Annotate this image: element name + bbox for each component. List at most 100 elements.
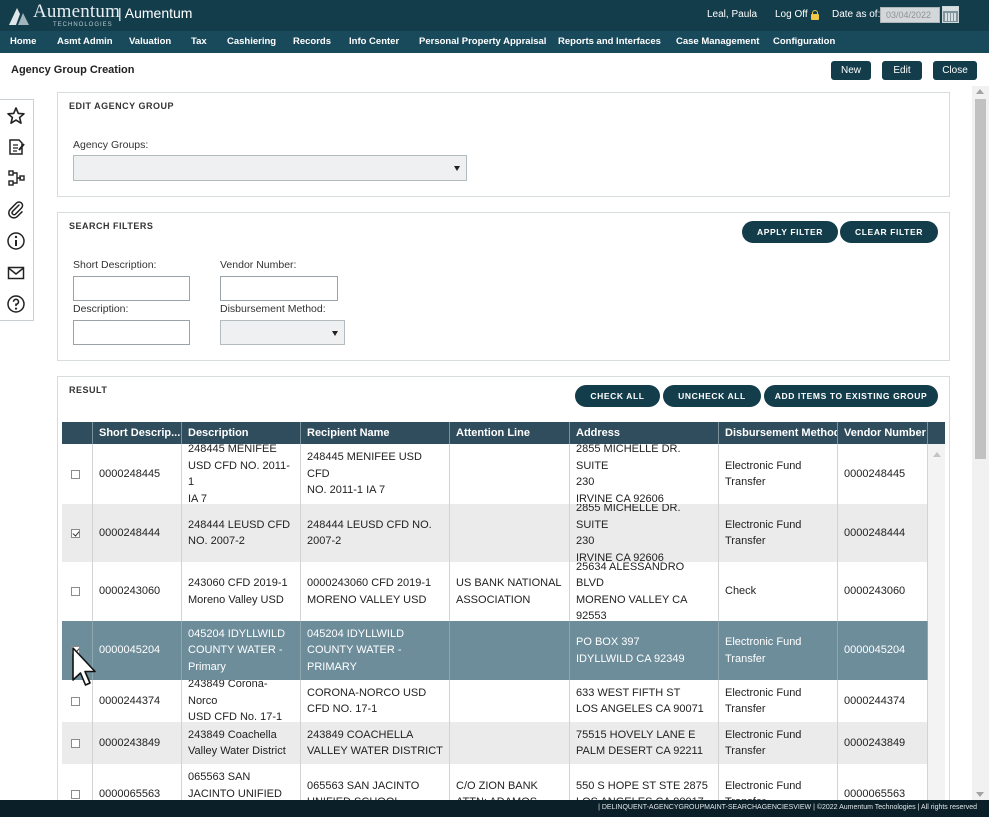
table-scrollbar[interactable] <box>928 444 945 802</box>
page-header: Agency Group Creation New Edit Close <box>0 53 989 86</box>
cell-select <box>62 504 93 562</box>
mail-button[interactable] <box>3 260 29 286</box>
cell-recipient-name-text: CORONA-NORCO USD CFD NO. 17-1 <box>307 686 427 716</box>
cell-disbursement-method-text: Check <box>725 585 757 598</box>
nav-case-management[interactable]: Case Management <box>676 31 759 53</box>
table-row[interactable]: 0000248445 248445 MENIFEE USD CFD NO. 201… <box>62 444 928 504</box>
uncheck-all-button[interactable]: UNCHECK ALL <box>663 385 761 407</box>
column-header-short-description[interactable]: Short Descrip... <box>93 422 182 444</box>
column-header-address[interactable]: Address <box>570 422 719 444</box>
clear-filter-button[interactable]: CLEAR FILTER <box>840 221 938 243</box>
cell-description: 065563 SAN JACINTO UNIFIED SCHOOL <box>182 764 301 802</box>
cell-description-text: 248445 MENIFEE USD CFD NO. 2011-1 IA 7 <box>188 444 290 504</box>
column-header-recipient-name[interactable]: Recipient Name <box>301 422 450 444</box>
add-items-to-group-button[interactable]: ADD ITEMS TO EXISTING GROUP <box>764 385 938 407</box>
table-row[interactable]: 0000243060 243060 CFD 2019-1 Moreno Valle… <box>62 562 928 621</box>
apply-filter-button[interactable]: APPLY FILTER <box>742 221 838 243</box>
help-icon <box>7 295 25 313</box>
cell-attention-line-text: C/O ZION BANK ATTN: ADAMOS <box>456 779 538 803</box>
favorite-button[interactable] <box>3 103 29 129</box>
nav-cashiering[interactable]: Cashiering <box>227 31 276 53</box>
column-header-description[interactable]: Description <box>182 422 301 444</box>
nav-asmt-admin[interactable]: Asmt Admin <box>57 31 113 53</box>
page-title: Agency Group Creation <box>11 64 135 76</box>
nav-info-center[interactable]: Info Center <box>349 31 399 53</box>
scroll-up-icon[interactable] <box>976 89 984 94</box>
column-header-vendor-number[interactable]: Vendor Number <box>838 422 928 444</box>
column-header-attention-line[interactable]: Attention Line <box>450 422 570 444</box>
row-checkbox[interactable] <box>71 469 80 479</box>
close-button[interactable]: Close <box>933 61 977 80</box>
table-header: Short Descrip... Description Recipient N… <box>62 422 945 444</box>
table-row[interactable]: 0000045204 045204 IDYLLWILD COUNTY WATER … <box>62 621 928 680</box>
row-checkbox[interactable] <box>71 696 80 706</box>
new-button[interactable]: New <box>831 61 871 80</box>
scroll-down-icon[interactable] <box>976 792 984 797</box>
cell-recipient-name-text: 045204 IDYLLWILD COUNTY WATER - PRIMARY <box>307 627 405 673</box>
nav-personal-property[interactable]: Personal Property Appraisal <box>419 31 546 53</box>
attachment-button[interactable] <box>3 197 29 223</box>
nav-tax[interactable]: Tax <box>191 31 207 53</box>
cell-vendor-number-text: 0000243060 <box>844 585 906 598</box>
check-all-button[interactable]: CHECK ALL <box>575 385 660 407</box>
star-icon <box>7 107 25 124</box>
row-checkbox[interactable] <box>71 738 80 748</box>
cell-vendor-number: 0000243849 <box>838 722 928 764</box>
result-table: Short Descrip... Description Recipient N… <box>62 422 945 802</box>
nav-configuration[interactable]: Configuration <box>773 31 835 53</box>
hierarchy-button[interactable] <box>3 165 29 191</box>
cell-recipient-name: 065563 SAN JACINTO UNIFIED SCHOOL <box>301 764 450 802</box>
scrollbar-thumb[interactable] <box>975 99 986 459</box>
cell-vendor-number-text: 0000045204 <box>844 644 906 657</box>
table-row[interactable]: 0000248444 248444 LEUSD CFD NO. 2007-2 248… <box>62 504 928 562</box>
help-button[interactable] <box>3 291 29 317</box>
row-checkbox[interactable] <box>71 587 80 596</box>
table-row[interactable]: 0000065563065563 SAN JACINTO UNIFIED SCH… <box>62 764 928 802</box>
agency-groups-select[interactable] <box>73 155 467 181</box>
paperclip-icon <box>8 201 24 219</box>
cell-select <box>62 764 93 802</box>
cell-vendor-number: 0000248445 <box>838 444 928 504</box>
table-row[interactable]: 0000243849 243849 Coachella Valley Water … <box>62 722 928 764</box>
date-as-of-input[interactable]: 03/04/2022 <box>880 7 940 23</box>
table-row[interactable]: 0000244374 243849 Corona-Norco USD CFD No… <box>62 680 928 722</box>
cell-address-text: 2855 MICHELLE DR. SUITE 230 IRVINE CA 92… <box>576 504 681 562</box>
scroll-up-icon[interactable] <box>933 452 941 457</box>
logoff-link[interactable]: Log Off <box>775 9 819 20</box>
row-checkbox[interactable] <box>71 789 80 799</box>
cell-address: 25634 ALESSANDRO BLVD MORENO VALLEY CA 9… <box>570 562 719 621</box>
calendar-icon[interactable] <box>942 6 959 23</box>
cell-vendor-number-text: 0000244374 <box>844 694 906 707</box>
row-checkbox[interactable] <box>71 528 80 538</box>
cell-vendor-number: 0000045204 <box>838 621 928 680</box>
notes-button[interactable] <box>3 134 29 160</box>
edit-button[interactable]: Edit <box>882 61 922 80</box>
nav-reports[interactable]: Reports and Interfaces <box>558 31 661 53</box>
short-description-input[interactable] <box>73 276 190 301</box>
cell-description: 243060 CFD 2019-1 Moreno Valley USD <box>182 562 301 621</box>
cell-short-description: 0000243060 <box>93 562 182 621</box>
nav-valuation[interactable]: Valuation <box>129 31 171 53</box>
cell-address-text: 550 S HOPE ST STE 2875 LOS ANGELES CA 90… <box>576 779 708 803</box>
cell-short-description: 0000248444 <box>93 504 182 562</box>
cell-short-description: 0000045204 <box>93 621 182 680</box>
nav-records[interactable]: Records <box>293 31 331 53</box>
disbursement-method-select[interactable] <box>220 320 345 345</box>
cell-select <box>62 722 93 764</box>
cell-attention-line: C/O ZION BANK ATTN: ADAMOS <box>450 764 570 802</box>
info-button[interactable] <box>3 228 29 254</box>
description-input[interactable] <box>73 320 190 345</box>
panel-title: SEARCH FILTERS <box>69 221 154 231</box>
cell-vendor-number-text: 0000243849 <box>844 736 906 749</box>
cell-description: 248444 LEUSD CFD NO. 2007-2 <box>182 504 301 562</box>
column-header-disbursement-method[interactable]: Disbursement Method <box>719 422 838 444</box>
search-filters-panel: SEARCH FILTERS APPLY FILTER CLEAR FILTER… <box>57 212 950 361</box>
vendor-number-input[interactable] <box>220 276 338 301</box>
column-header-select[interactable] <box>62 422 93 444</box>
cell-vendor-number-text: 0000248445 <box>844 467 906 480</box>
cell-recipient-name-text: 243849 COACHELLA VALLEY WATER DISTRICT <box>307 728 443 758</box>
cell-disbursement-method-text: Electronic Fund Transfer <box>725 686 802 716</box>
agency-groups-label: Agency Groups: <box>73 139 149 151</box>
nav-home[interactable]: Home <box>10 31 36 53</box>
page-scrollbar[interactable] <box>972 86 989 800</box>
